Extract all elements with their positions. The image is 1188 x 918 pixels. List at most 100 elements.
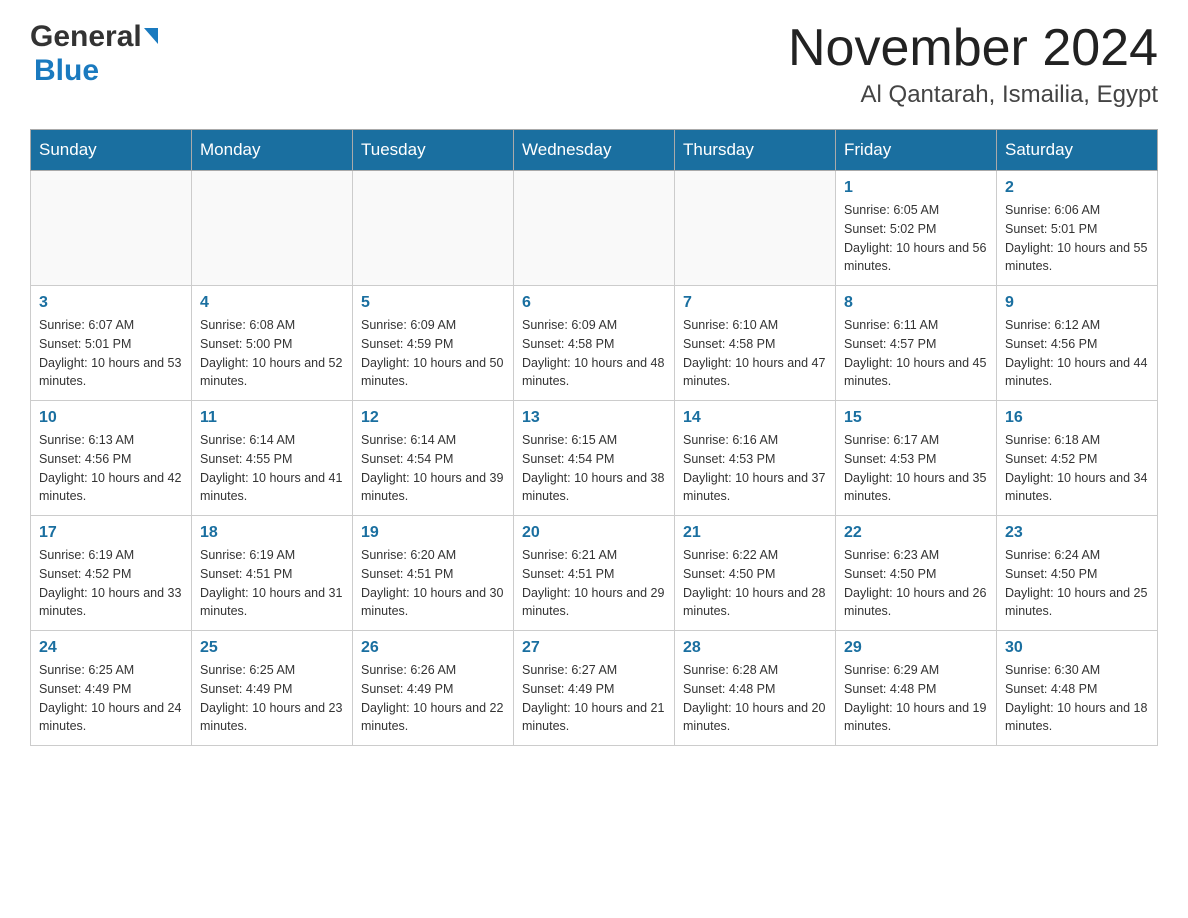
calendar-cell: 5 Sunrise: 6:09 AMSunset: 4:59 PMDaylight… bbox=[353, 286, 514, 401]
day-info: Sunrise: 6:28 AMSunset: 4:48 PMDaylight:… bbox=[683, 661, 827, 736]
day-info: Sunrise: 6:09 AMSunset: 4:59 PMDaylight:… bbox=[361, 316, 505, 391]
day-number: 22 bbox=[844, 524, 988, 542]
weekday-header-thursday: Thursday bbox=[675, 130, 836, 171]
day-number: 11 bbox=[200, 409, 344, 427]
day-info: Sunrise: 6:17 AMSunset: 4:53 PMDaylight:… bbox=[844, 431, 988, 506]
calendar-cell bbox=[514, 171, 675, 286]
weekday-header-tuesday: Tuesday bbox=[353, 130, 514, 171]
day-number: 20 bbox=[522, 524, 666, 542]
calendar-cell: 27 Sunrise: 6:27 AMSunset: 4:49 PMDayligh… bbox=[514, 631, 675, 746]
weekday-header-saturday: Saturday bbox=[997, 130, 1158, 171]
day-info: Sunrise: 6:29 AMSunset: 4:48 PMDaylight:… bbox=[844, 661, 988, 736]
calendar-cell: 3Sunrise: 6:07 AMSunset: 5:01 PMDaylight… bbox=[31, 286, 192, 401]
day-info: Sunrise: 6:15 AMSunset: 4:54 PMDaylight:… bbox=[522, 431, 666, 506]
calendar-cell: 19 Sunrise: 6:20 AMSunset: 4:51 PMDayligh… bbox=[353, 516, 514, 631]
calendar-cell: 21 Sunrise: 6:22 AMSunset: 4:50 PMDayligh… bbox=[675, 516, 836, 631]
calendar-cell: 2 Sunrise: 6:06 AMSunset: 5:01 PMDaylight… bbox=[997, 171, 1158, 286]
day-number: 23 bbox=[1005, 524, 1149, 542]
calendar-cell bbox=[192, 171, 353, 286]
day-number: 3 bbox=[39, 294, 183, 312]
weekday-header-monday: Monday bbox=[192, 130, 353, 171]
weekday-header-row: SundayMondayTuesdayWednesdayThursdayFrid… bbox=[31, 130, 1158, 171]
day-info: Sunrise: 6:12 AMSunset: 4:56 PMDaylight:… bbox=[1005, 316, 1149, 391]
day-number: 19 bbox=[361, 524, 505, 542]
weekday-header-wednesday: Wednesday bbox=[514, 130, 675, 171]
day-info: Sunrise: 6:22 AMSunset: 4:50 PMDaylight:… bbox=[683, 546, 827, 621]
day-info: Sunrise: 6:14 AMSunset: 4:54 PMDaylight:… bbox=[361, 431, 505, 506]
calendar-cell: 10 Sunrise: 6:13 AMSunset: 4:56 PMDayligh… bbox=[31, 401, 192, 516]
calendar-cell: 9 Sunrise: 6:12 AMSunset: 4:56 PMDaylight… bbox=[997, 286, 1158, 401]
day-number: 21 bbox=[683, 524, 827, 542]
day-info: Sunrise: 6:30 AMSunset: 4:48 PMDaylight:… bbox=[1005, 661, 1149, 736]
day-number: 28 bbox=[683, 639, 827, 657]
day-number: 5 bbox=[361, 294, 505, 312]
calendar-table: SundayMondayTuesdayWednesdayThursdayFrid… bbox=[30, 129, 1158, 746]
day-number: 7 bbox=[683, 294, 827, 312]
day-info: Sunrise: 6:13 AMSunset: 4:56 PMDaylight:… bbox=[39, 431, 183, 506]
day-number: 15 bbox=[844, 409, 988, 427]
calendar-cell: 30 Sunrise: 6:30 AMSunset: 4:48 PMDayligh… bbox=[997, 631, 1158, 746]
month-title: November 2024 bbox=[788, 20, 1158, 77]
logo-triangle-icon bbox=[144, 28, 158, 44]
day-info: Sunrise: 6:06 AMSunset: 5:01 PMDaylight:… bbox=[1005, 201, 1149, 276]
day-info: Sunrise: 6:23 AMSunset: 4:50 PMDaylight:… bbox=[844, 546, 988, 621]
calendar-cell: 11 Sunrise: 6:14 AMSunset: 4:55 PMDayligh… bbox=[192, 401, 353, 516]
day-number: 27 bbox=[522, 639, 666, 657]
location-title: Al Qantarah, Ismailia, Egypt bbox=[788, 81, 1158, 109]
calendar-cell: 25 Sunrise: 6:25 AMSunset: 4:49 PMDayligh… bbox=[192, 631, 353, 746]
calendar-cell: 28 Sunrise: 6:28 AMSunset: 4:48 PMDayligh… bbox=[675, 631, 836, 746]
day-info: Sunrise: 6:16 AMSunset: 4:53 PMDaylight:… bbox=[683, 431, 827, 506]
calendar-cell: 4 Sunrise: 6:08 AMSunset: 5:00 PMDaylight… bbox=[192, 286, 353, 401]
day-info: Sunrise: 6:20 AMSunset: 4:51 PMDaylight:… bbox=[361, 546, 505, 621]
logo: General Blue bbox=[30, 20, 158, 88]
calendar-cell bbox=[675, 171, 836, 286]
day-number: 2 bbox=[1005, 179, 1149, 197]
logo-blue-text: Blue bbox=[34, 54, 99, 87]
day-number: 25 bbox=[200, 639, 344, 657]
title-section: November 2024 Al Qantarah, Ismailia, Egy… bbox=[788, 20, 1158, 109]
day-info: Sunrise: 6:10 AMSunset: 4:58 PMDaylight:… bbox=[683, 316, 827, 391]
day-number: 13 bbox=[522, 409, 666, 427]
calendar-cell bbox=[353, 171, 514, 286]
week-row-5: 24Sunrise: 6:25 AMSunset: 4:49 PMDayligh… bbox=[31, 631, 1158, 746]
day-number: 12 bbox=[361, 409, 505, 427]
day-number: 6 bbox=[522, 294, 666, 312]
day-number: 16 bbox=[1005, 409, 1149, 427]
calendar-cell bbox=[31, 171, 192, 286]
week-row-3: 10 Sunrise: 6:13 AMSunset: 4:56 PMDayligh… bbox=[31, 401, 1158, 516]
week-row-2: 3Sunrise: 6:07 AMSunset: 5:01 PMDaylight… bbox=[31, 286, 1158, 401]
day-info: Sunrise: 6:11 AMSunset: 4:57 PMDaylight:… bbox=[844, 316, 988, 391]
calendar-cell: 18Sunrise: 6:19 AMSunset: 4:51 PMDayligh… bbox=[192, 516, 353, 631]
day-number: 10 bbox=[39, 409, 183, 427]
calendar-cell: 13 Sunrise: 6:15 AMSunset: 4:54 PMDayligh… bbox=[514, 401, 675, 516]
logo-general-text: General bbox=[30, 20, 142, 54]
calendar-cell: 20Sunrise: 6:21 AMSunset: 4:51 PMDayligh… bbox=[514, 516, 675, 631]
calendar-cell: 26Sunrise: 6:26 AMSunset: 4:49 PMDayligh… bbox=[353, 631, 514, 746]
calendar-cell: 23Sunrise: 6:24 AMSunset: 4:50 PMDayligh… bbox=[997, 516, 1158, 631]
calendar-cell: 16 Sunrise: 6:18 AMSunset: 4:52 PMDayligh… bbox=[997, 401, 1158, 516]
week-row-4: 17 Sunrise: 6:19 AMSunset: 4:52 PMDayligh… bbox=[31, 516, 1158, 631]
day-number: 17 bbox=[39, 524, 183, 542]
calendar-cell: 14 Sunrise: 6:16 AMSunset: 4:53 PMDayligh… bbox=[675, 401, 836, 516]
day-info: Sunrise: 6:25 AMSunset: 4:49 PMDaylight:… bbox=[200, 661, 344, 736]
calendar-cell: 29Sunrise: 6:29 AMSunset: 4:48 PMDayligh… bbox=[836, 631, 997, 746]
day-number: 4 bbox=[200, 294, 344, 312]
day-number: 14 bbox=[683, 409, 827, 427]
calendar-cell: 12 Sunrise: 6:14 AMSunset: 4:54 PMDayligh… bbox=[353, 401, 514, 516]
day-info: Sunrise: 6:19 AMSunset: 4:52 PMDaylight:… bbox=[39, 546, 183, 621]
day-number: 30 bbox=[1005, 639, 1149, 657]
weekday-header-friday: Friday bbox=[836, 130, 997, 171]
calendar-cell: 7 Sunrise: 6:10 AMSunset: 4:58 PMDaylight… bbox=[675, 286, 836, 401]
calendar-cell: 15 Sunrise: 6:17 AMSunset: 4:53 PMDayligh… bbox=[836, 401, 997, 516]
day-info: Sunrise: 6:09 AMSunset: 4:58 PMDaylight:… bbox=[522, 316, 666, 391]
day-number: 9 bbox=[1005, 294, 1149, 312]
calendar-cell: 24Sunrise: 6:25 AMSunset: 4:49 PMDayligh… bbox=[31, 631, 192, 746]
day-number: 26 bbox=[361, 639, 505, 657]
calendar-cell: 17 Sunrise: 6:19 AMSunset: 4:52 PMDayligh… bbox=[31, 516, 192, 631]
day-info: Sunrise: 6:08 AMSunset: 5:00 PMDaylight:… bbox=[200, 316, 344, 391]
day-info: Sunrise: 6:18 AMSunset: 4:52 PMDaylight:… bbox=[1005, 431, 1149, 506]
day-info: Sunrise: 6:27 AMSunset: 4:49 PMDaylight:… bbox=[522, 661, 666, 736]
calendar-cell: 6 Sunrise: 6:09 AMSunset: 4:58 PMDaylight… bbox=[514, 286, 675, 401]
day-number: 1 bbox=[844, 179, 988, 197]
day-info: Sunrise: 6:14 AMSunset: 4:55 PMDaylight:… bbox=[200, 431, 344, 506]
